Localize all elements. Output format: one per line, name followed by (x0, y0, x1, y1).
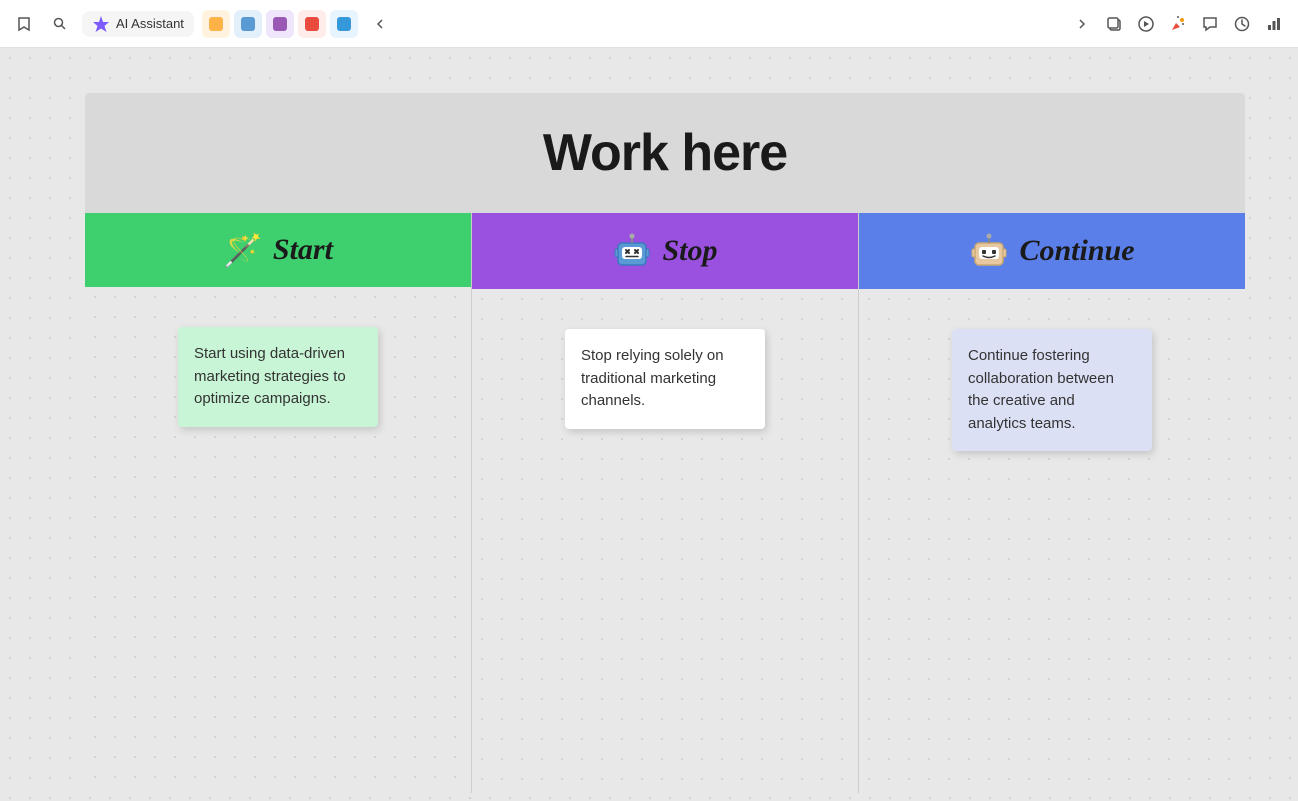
sticky-note-start[interactable]: Start using data-driven marketing strate… (178, 327, 378, 427)
app-icons (202, 10, 358, 38)
search-icon[interactable] (46, 10, 74, 38)
app-icon-1[interactable] (202, 10, 230, 38)
robot-continue-icon (969, 231, 1009, 271)
sticky-note-continue-text: Continue fostering collaboration between… (968, 347, 1114, 432)
play-icon[interactable] (1132, 10, 1160, 38)
column-stop-label: Stop (662, 234, 717, 268)
board-title: Work here (105, 123, 1225, 183)
column-start-label: Start (273, 233, 333, 267)
chevron-back-icon[interactable] (366, 10, 394, 38)
toolbar-right (1068, 10, 1288, 38)
chevron-forward-icon[interactable] (1068, 10, 1096, 38)
ai-assistant-button[interactable]: AI Assistant (82, 11, 194, 37)
app-icon-4[interactable] (298, 10, 326, 38)
toolbar-left: AI Assistant (10, 10, 1060, 38)
history-icon[interactable] (1228, 10, 1256, 38)
canvas-area[interactable]: Work here 🪄 Start Start using data-drive… (0, 48, 1298, 801)
sticky-note-stop[interactable]: Stop relying solely on traditional marke… (565, 329, 765, 429)
column-continue-header: Continue (859, 213, 1245, 289)
confetti-icon[interactable] (1164, 10, 1192, 38)
column-continue: Continue Continue fostering collaboratio… (859, 213, 1245, 793)
column-start-header: 🪄 Start (85, 213, 471, 287)
column-stop-header: Stop (472, 213, 858, 289)
app-icon-3[interactable] (266, 10, 294, 38)
columns-wrapper: 🪄 Start Start using data-driven marketin… (85, 213, 1245, 793)
column-start: 🪄 Start Start using data-driven marketin… (85, 213, 472, 793)
robot-stop-icon (612, 231, 652, 271)
bookmark-icon[interactable] (10, 10, 38, 38)
column-continue-label: Continue (1019, 234, 1134, 268)
sticky-note-stop-text: Stop relying solely on traditional marke… (581, 347, 724, 409)
app-icon-5[interactable] (330, 10, 358, 38)
sticky-note-continue[interactable]: Continue fostering collaboration between… (952, 329, 1152, 451)
sticky-note-start-text: Start using data-driven marketing strate… (194, 345, 346, 407)
column-continue-body[interactable]: Continue fostering collaboration between… (859, 289, 1245, 793)
copy-icon[interactable] (1100, 10, 1128, 38)
chart-icon[interactable] (1260, 10, 1288, 38)
board-header: Work here (85, 93, 1245, 213)
column-stop: Stop Stop relying solely on traditional … (472, 213, 859, 793)
toolbar: AI Assistant (0, 0, 1298, 48)
column-start-body[interactable]: Start using data-driven marketing strate… (85, 287, 471, 793)
app-icon-2[interactable] (234, 10, 262, 38)
chat-icon[interactable] (1196, 10, 1224, 38)
wand-icon: 🪄 (223, 231, 263, 269)
board-container: Work here 🪄 Start Start using data-drive… (85, 93, 1245, 793)
ai-assistant-label: AI Assistant (116, 16, 184, 31)
column-stop-body[interactable]: Stop relying solely on traditional marke… (472, 289, 858, 793)
